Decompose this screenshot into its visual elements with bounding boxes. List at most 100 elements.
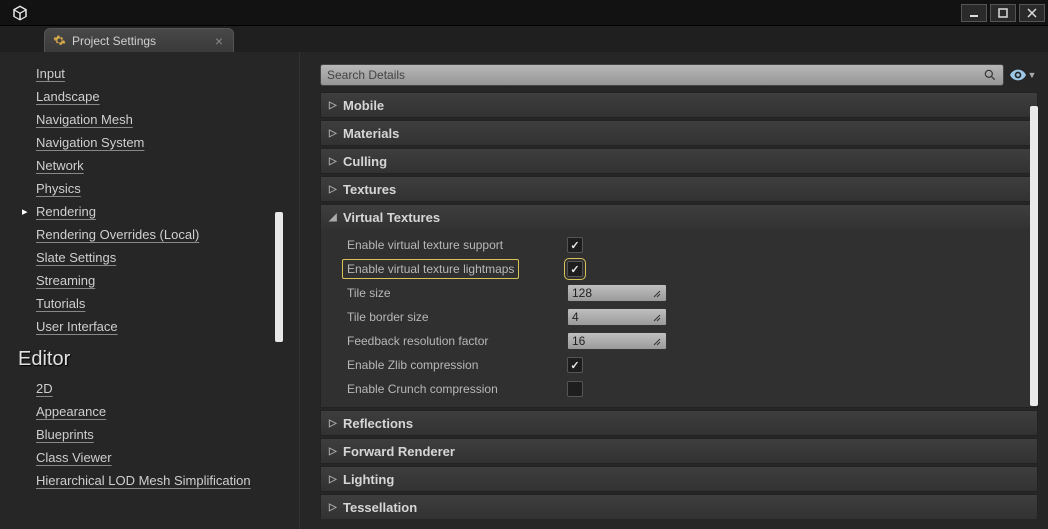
category-header[interactable]: ▷ Mobile bbox=[321, 93, 1037, 117]
category-header[interactable]: ▷ Culling bbox=[321, 149, 1037, 173]
property-label: Enable Zlib compression bbox=[347, 358, 567, 372]
sidebar-item[interactable]: 2D bbox=[36, 377, 285, 400]
category-title: Lighting bbox=[343, 472, 394, 487]
sidebar: InputLandscapeNavigation MeshNavigation … bbox=[0, 52, 300, 529]
spinner-value: 128 bbox=[572, 286, 592, 300]
window-minimize-button[interactable] bbox=[961, 4, 987, 22]
sidebar-item[interactable]: Slate Settings bbox=[36, 246, 285, 269]
arrow-right-icon: ▷ bbox=[329, 474, 337, 485]
titlebar bbox=[0, 0, 1048, 26]
sidebar-item[interactable]: Navigation Mesh bbox=[36, 108, 285, 131]
sidebar-item[interactable]: Appearance bbox=[36, 400, 285, 423]
arrow-right-icon: ▷ bbox=[329, 446, 337, 457]
sidebar-item[interactable]: Navigation System bbox=[36, 131, 285, 154]
resize-grip-icon bbox=[652, 288, 662, 298]
property-row: Enable Crunch compression bbox=[321, 377, 1037, 401]
category-title: Forward Renderer bbox=[343, 444, 455, 459]
gear-icon bbox=[53, 34, 66, 47]
sidebar-item[interactable]: User Interface bbox=[36, 315, 285, 338]
search-input[interactable] bbox=[327, 68, 983, 82]
property-row: Feedback resolution factor 16 bbox=[321, 329, 1037, 353]
category: ▷ Forward Renderer bbox=[320, 438, 1038, 464]
sidebar-item[interactable]: Rendering bbox=[36, 200, 285, 223]
sidebar-heading-editor: Editor bbox=[18, 338, 285, 377]
property-row: Tile border size 4 bbox=[321, 305, 1037, 329]
sidebar-item[interactable]: Streaming bbox=[36, 269, 285, 292]
category-title: Culling bbox=[343, 154, 387, 169]
category-header[interactable]: ▷ Materials bbox=[321, 121, 1037, 145]
arrow-right-icon: ▷ bbox=[329, 100, 337, 111]
resize-grip-icon bbox=[652, 312, 662, 322]
tab-project-settings[interactable]: Project Settings × bbox=[44, 28, 234, 52]
sidebar-item[interactable]: Blueprints bbox=[36, 423, 285, 446]
sidebar-scrollbar[interactable] bbox=[275, 62, 283, 519]
number-spinner[interactable]: 16 bbox=[567, 332, 667, 350]
category-header[interactable]: ▷ Textures bbox=[321, 177, 1037, 201]
category-title: Virtual Textures bbox=[343, 210, 440, 225]
category-header[interactable]: ◢ Virtual Textures bbox=[321, 205, 1037, 229]
tab-close-icon[interactable]: × bbox=[215, 34, 223, 48]
sidebar-item[interactable]: Tutorials bbox=[36, 292, 285, 315]
chevron-down-icon: ▼ bbox=[1028, 70, 1037, 80]
search-box[interactable] bbox=[320, 64, 1004, 86]
window-close-button[interactable] bbox=[1019, 4, 1045, 22]
sidebar-item[interactable]: Network bbox=[36, 154, 285, 177]
property-label: Enable Crunch compression bbox=[347, 382, 567, 396]
window-maximize-button[interactable] bbox=[990, 4, 1016, 22]
category: ▷ Lighting bbox=[320, 466, 1038, 492]
sidebar-item[interactable]: Physics bbox=[36, 177, 285, 200]
property-label: Tile border size bbox=[347, 310, 567, 324]
app-logo-icon bbox=[0, 4, 40, 22]
sidebar-item[interactable]: Class Viewer bbox=[36, 446, 285, 469]
arrow-right-icon: ▷ bbox=[329, 156, 337, 167]
detail-scrollbar[interactable] bbox=[1030, 106, 1038, 515]
property-label: Enable virtual texture support bbox=[347, 238, 567, 252]
property-label: Enable virtual texture lightmaps bbox=[342, 259, 519, 279]
property-label: Feedback resolution factor bbox=[347, 334, 567, 348]
arrow-right-icon: ▷ bbox=[329, 184, 337, 195]
spinner-value: 4 bbox=[572, 310, 579, 324]
sidebar-item[interactable]: Rendering Overrides (Local) bbox=[36, 223, 285, 246]
resize-grip-icon bbox=[652, 336, 662, 346]
detail-panel: ▼ ▷ Mobile ▷ Materials ▷ Culling ▷ Textures ◢ Vir… bbox=[300, 52, 1048, 529]
category: ◢ Virtual Textures Enable virtual texture … bbox=[320, 204, 1038, 408]
arrow-right-icon: ▷ bbox=[329, 502, 337, 513]
tab-label: Project Settings bbox=[72, 34, 156, 48]
category-title: Tessellation bbox=[343, 500, 417, 515]
category-header[interactable]: ▷ Tessellation bbox=[321, 495, 1037, 519]
arrow-right-icon: ▷ bbox=[329, 128, 337, 139]
arrow-down-icon: ◢ bbox=[329, 212, 337, 223]
checkbox[interactable] bbox=[567, 261, 583, 277]
property-row: Enable virtual texture lightmaps bbox=[321, 257, 1037, 281]
property-row: Tile size 128 bbox=[321, 281, 1037, 305]
category: ▷ Mobile bbox=[320, 92, 1038, 118]
category: ▷ Culling bbox=[320, 148, 1038, 174]
category-title: Materials bbox=[343, 126, 399, 141]
view-options-button[interactable]: ▼ bbox=[1008, 64, 1038, 86]
sidebar-item[interactable]: Hierarchical LOD Mesh Simplification bbox=[36, 469, 285, 492]
number-spinner[interactable]: 128 bbox=[567, 284, 667, 302]
number-spinner[interactable]: 4 bbox=[567, 308, 667, 326]
category-title: Textures bbox=[343, 182, 396, 197]
checkbox[interactable] bbox=[567, 381, 583, 397]
checkbox[interactable] bbox=[567, 357, 583, 373]
category: ▷ Textures bbox=[320, 176, 1038, 202]
property-row: Enable Zlib compression bbox=[321, 353, 1037, 377]
category: ▷ Materials bbox=[320, 120, 1038, 146]
category-header[interactable]: ▷ Forward Renderer bbox=[321, 439, 1037, 463]
tab-bar: Project Settings × bbox=[0, 26, 1048, 52]
category: ▷ Reflections bbox=[320, 410, 1038, 436]
checkbox[interactable] bbox=[567, 237, 583, 253]
category-title: Reflections bbox=[343, 416, 413, 431]
spinner-value: 16 bbox=[572, 334, 585, 348]
property-row: Enable virtual texture support bbox=[321, 233, 1037, 257]
category-header[interactable]: ▷ Lighting bbox=[321, 467, 1037, 491]
arrow-right-icon: ▷ bbox=[329, 418, 337, 429]
sidebar-item[interactable]: Input bbox=[36, 62, 285, 85]
sidebar-item[interactable]: Landscape bbox=[36, 85, 285, 108]
property-label: Tile size bbox=[347, 286, 567, 300]
search-icon bbox=[983, 68, 997, 82]
category-title: Mobile bbox=[343, 98, 384, 113]
category-header[interactable]: ▷ Reflections bbox=[321, 411, 1037, 435]
category: ▷ Tessellation bbox=[320, 494, 1038, 519]
